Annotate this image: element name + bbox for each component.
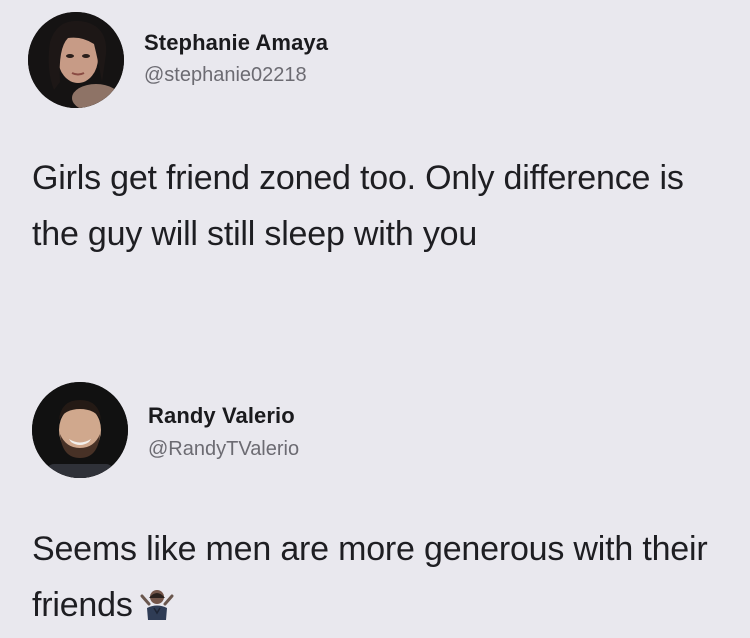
tweet-body: Seems like men are more generous with th… [32,521,732,633]
tweet-body-text: Seems like men are more generous with th… [32,530,708,624]
author-name[interactable]: Randy Valerio [148,403,295,429]
man-shrugging-icon [139,581,175,620]
avatar-photo [28,12,124,108]
avatar-photo [32,382,128,478]
tweet: Stephanie Amaya @stephanie02218 Girls ge… [0,0,750,330]
author-name[interactable]: Stephanie Amaya [144,30,328,56]
tweet: Randy Valerio @RandyTValerio Seems like … [0,372,750,638]
author-handle[interactable]: @RandyTValerio [148,438,299,461]
author-handle[interactable]: @stephanie02218 [144,64,307,87]
tweet-body: Girls get friend zoned too. Only differe… [32,159,684,253]
avatar[interactable] [32,382,128,478]
avatar[interactable] [28,12,124,108]
